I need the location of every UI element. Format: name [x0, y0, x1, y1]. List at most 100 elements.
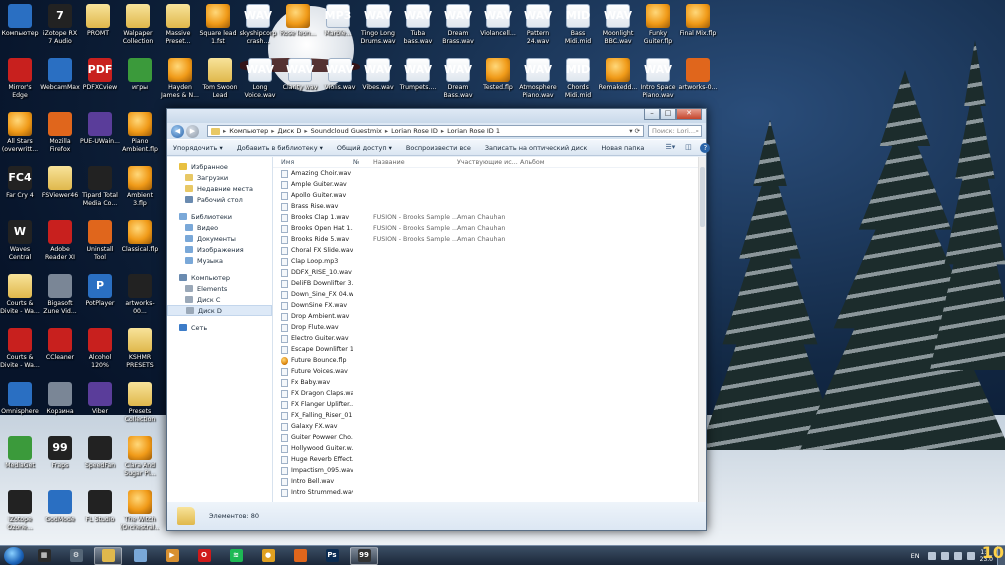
desktop-icon[interactable]: WAV Intro Space Piano.wav — [638, 56, 678, 110]
desktop-icon[interactable]: FC4 Far Cry 4 — [0, 164, 40, 218]
file-row[interactable]: Down_Sine_FX 04.w... — [273, 289, 706, 300]
nav-item[interactable]: Избранное — [167, 161, 272, 172]
desktop-icon[interactable]: iZotope Ozone... — [0, 488, 40, 542]
desktop-icon[interactable]: WAV Vibes.wav — [358, 56, 398, 110]
nav-item[interactable]: Рабочий стол — [167, 194, 272, 205]
column-name[interactable]: Имя — [273, 159, 353, 166]
file-row[interactable]: Drop Flute.wav — [273, 322, 706, 333]
desktop-icon[interactable]: WAV Dream Bass.wav — [438, 56, 478, 110]
desktop-icon[interactable]: WAV Pattern 24.wav — [518, 2, 558, 56]
desktop-icon[interactable]: artworks-00... — [120, 272, 160, 326]
nav-item[interactable]: Загрузки — [167, 172, 272, 183]
network-icon[interactable] — [940, 551, 949, 560]
column-number[interactable]: № — [353, 159, 373, 166]
desktop-icon[interactable]: Viber — [80, 380, 120, 434]
maximize-button[interactable]: □ — [660, 109, 676, 120]
breadcrumb-lorian-rose-id-1[interactable]: Lorian Rose ID 1 — [447, 127, 500, 135]
search-input[interactable]: Поиск: Lori... ⌕ — [648, 125, 702, 137]
volume-icon[interactable] — [953, 551, 962, 560]
file-row[interactable]: FX Flanger Uplifter.... — [273, 399, 706, 410]
taskbar-explorer[interactable] — [94, 546, 122, 565]
desktop-icon[interactable]: Courts & Divite - Wa... — [0, 272, 40, 326]
desktop-icon[interactable]: WAV Dream Brass.wav — [438, 2, 478, 56]
desktop-icon[interactable]: P PotPlayer — [80, 272, 120, 326]
desktop-icon[interactable]: Alcohol 120% — [80, 326, 120, 380]
desktop-icon[interactable]: FL Studio — [80, 488, 120, 542]
desktop-icon[interactable]: SpeedFan — [80, 434, 120, 488]
file-row[interactable]: Brooks Open Hat 1.... FUSION - Brooks Sam… — [273, 223, 706, 234]
tray-icon[interactable] — [927, 551, 936, 560]
vertical-scrollbar[interactable] — [698, 157, 706, 502]
desktop-icon[interactable]: CCleaner — [40, 326, 80, 380]
taskbar-photoshop[interactable]: Ps — [318, 547, 346, 565]
taskbar-fraps[interactable]: 99 — [350, 546, 378, 565]
file-row[interactable]: Hollywood Guiter.w... — [273, 443, 706, 454]
file-row[interactable]: DownSine FX.wav — [273, 300, 706, 311]
address-dropdown-icon[interactable]: ▾ ⟳ — [626, 127, 643, 135]
desktop-icon[interactable]: GodMode — [40, 488, 80, 542]
desktop-icon[interactable]: Courts & Divite - Wa... — [0, 326, 40, 380]
desktop-icon[interactable]: Tipard Total Media Co... — [80, 164, 120, 218]
file-row[interactable]: Brass Rise.wav — [273, 201, 706, 212]
desktop-icon[interactable]: Uninstall Tool — [80, 218, 120, 272]
column-title[interactable]: Название — [373, 159, 457, 166]
desktop-icon[interactable]: 7 iZotope RX 7 Audio Edit... — [40, 2, 80, 56]
language-indicator[interactable]: EN — [911, 552, 920, 560]
nav-item[interactable]: Elements — [167, 283, 272, 294]
play-all-button[interactable]: Воспроизвести все — [406, 144, 471, 152]
file-row[interactable]: Future Voices.wav — [273, 366, 706, 377]
nav-item[interactable]: Диск C — [167, 294, 272, 305]
nav-item[interactable]: Музыка — [167, 255, 272, 266]
taskbar-chrome[interactable]: ● — [254, 547, 282, 565]
desktop-icon[interactable]: FSViewer46 — [40, 164, 80, 218]
file-row[interactable]: Fx Baby.wav — [273, 377, 706, 388]
file-row[interactable]: Impactism_095.wav — [273, 465, 706, 476]
nav-item[interactable]: Диск D — [167, 305, 272, 316]
desktop-icon[interactable]: Presets Collection — [120, 380, 160, 434]
desktop-icon[interactable]: MID Bass Midi.mid — [558, 2, 598, 56]
nav-item[interactable]: Недавние места — [167, 183, 272, 194]
taskbar-media-center[interactable]: ▦ — [30, 547, 58, 565]
file-row[interactable]: Future Bounce.flp — [273, 355, 706, 366]
taskbar-spotify[interactable]: ≋ — [222, 547, 250, 565]
desktop-icon[interactable]: Classical.flp — [120, 218, 160, 272]
desktop-icon[interactable]: MP3 Marble... — [318, 2, 358, 56]
burn-disc-button[interactable]: Записать на оптический диск — [485, 144, 587, 152]
desktop-icon[interactable]: WAV Long Voice.wav — [240, 56, 280, 110]
desktop-icon[interactable]: Funky Guiter.flp — [638, 2, 678, 56]
start-button[interactable] — [4, 546, 24, 565]
breadcrumb-computer[interactable]: Компьютер — [229, 127, 268, 135]
desktop-icon[interactable]: Adobe Reader XI — [40, 218, 80, 272]
desktop-icon[interactable]: Корзина — [40, 380, 80, 434]
desktop-icon[interactable]: Remakedd... — [598, 56, 638, 110]
file-row[interactable]: Brooks Ride 5.wav FUSION - Brooks Sample … — [273, 234, 706, 245]
forward-button[interactable]: ▶ — [186, 124, 199, 138]
desktop-icon[interactable]: W Waves Central — [0, 218, 40, 272]
desktop-icon[interactable]: WAV Trumpets.... — [398, 56, 438, 110]
breadcrumb-guestmix[interactable]: Soundcloud Guestmix — [311, 127, 382, 135]
file-row[interactable]: Galaxy FX.wav — [273, 421, 706, 432]
desktop-icon[interactable]: All Stars (overwritt... — [0, 110, 40, 164]
desktop-icon[interactable]: WAV Moonlight BBC.wav — [598, 2, 638, 56]
file-row[interactable]: Drop Ambient.wav — [273, 311, 706, 322]
desktop-icon[interactable]: Rose leon... — [278, 2, 318, 56]
desktop-icon[interactable]: 99 Fraps — [40, 434, 80, 488]
file-row[interactable]: Clap Loop.mp3 — [273, 256, 706, 267]
nav-item[interactable]: Сеть — [167, 322, 272, 333]
address-bar[interactable]: ▸ Компьютер ▸ Диск D ▸ Soundcloud Guestm… — [207, 125, 644, 137]
taskbar-player[interactable]: ▶ — [158, 547, 186, 565]
file-row[interactable]: Huge Reverb Effect.... — [273, 454, 706, 465]
desktop-icon[interactable]: Final Mix.flp — [678, 2, 718, 56]
nav-item[interactable]: Компьютер — [167, 272, 272, 283]
view-options-icon[interactable]: ☰▾ — [664, 143, 676, 153]
desktop-icon[interactable]: Hayden James & N... — [160, 56, 200, 110]
desktop-icon[interactable]: WAV Violis.wav — [320, 56, 360, 110]
taskbar-firefox[interactable] — [286, 547, 314, 565]
desktop-icon[interactable]: MID Chords Midi.mid — [558, 56, 598, 110]
explorer-window[interactable]: – □ ✕ ◀ ▶ ▸ Компьютер ▸ Диск D ▸ Soundcl… — [166, 108, 711, 531]
column-artists[interactable]: Участвующие ис... — [457, 159, 520, 166]
taskbar-opera[interactable]: O — [190, 547, 218, 565]
scrollbar-thumb[interactable] — [700, 167, 705, 227]
desktop-icon[interactable]: Компьютер — [0, 2, 40, 56]
breadcrumb-disk-d[interactable]: Диск D — [278, 127, 302, 135]
